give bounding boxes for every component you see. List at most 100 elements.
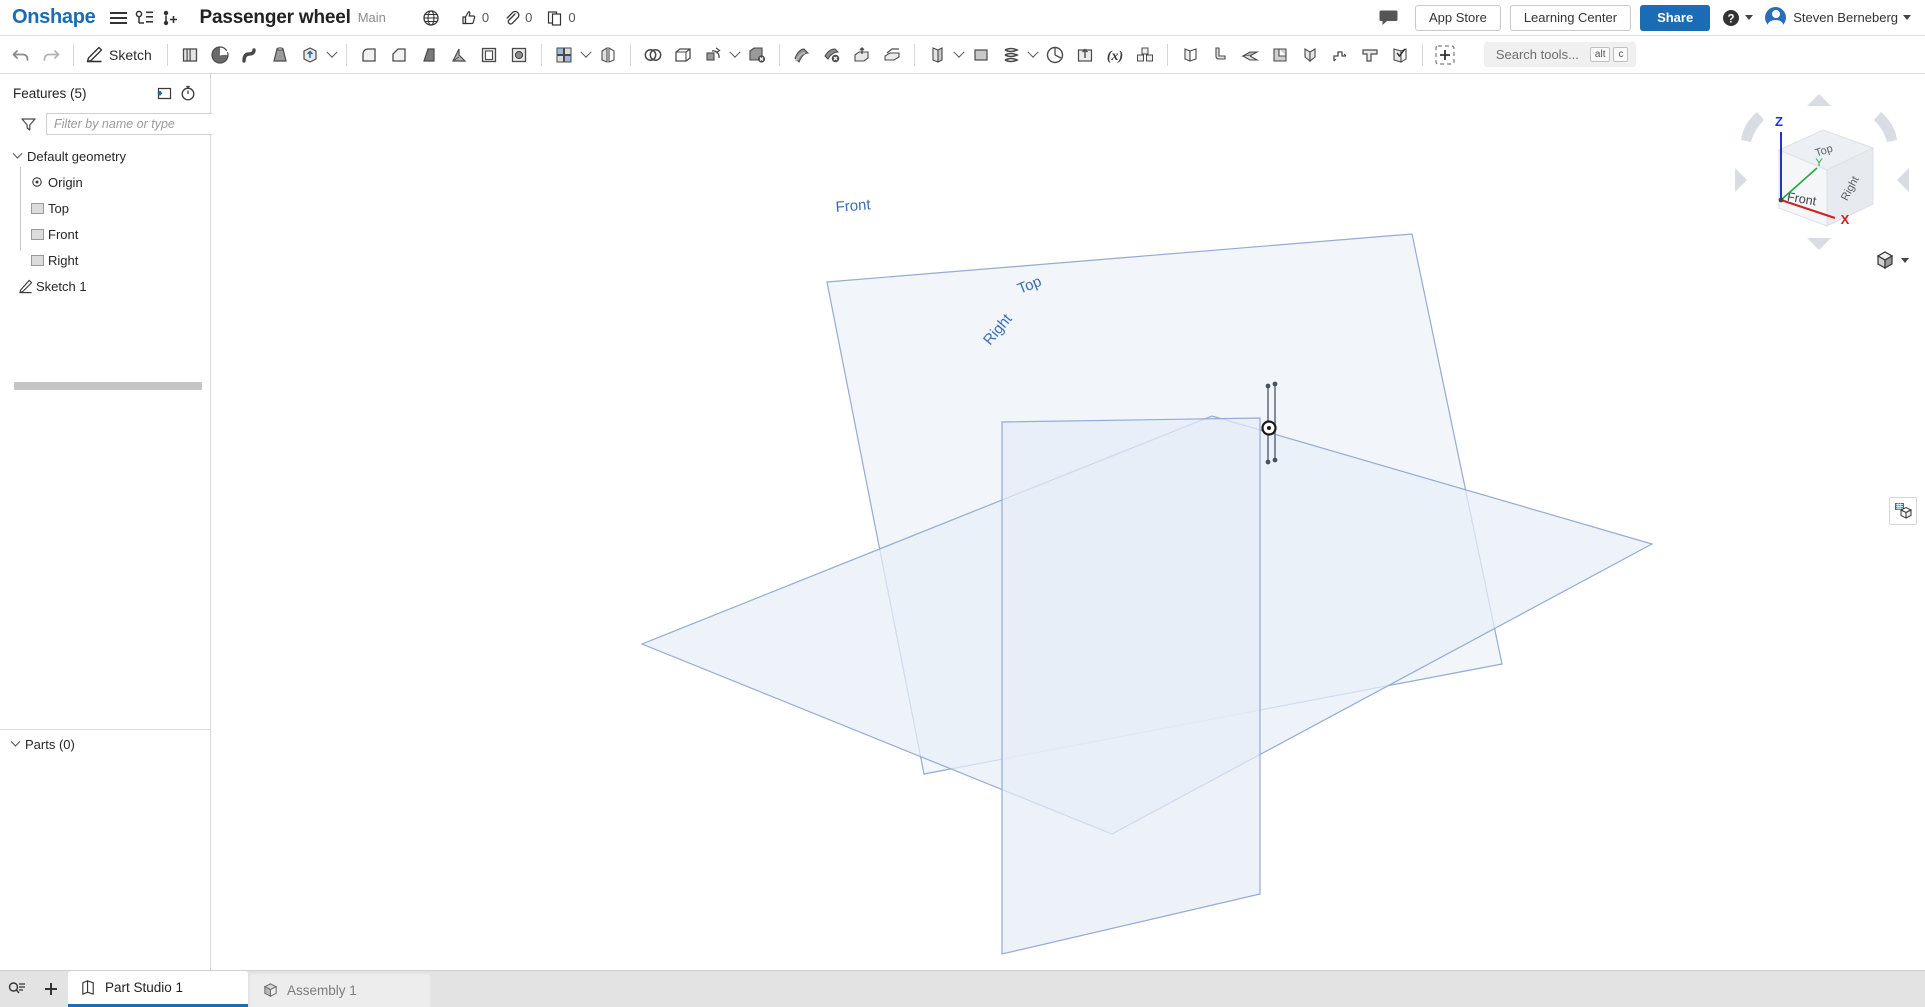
linear-pattern-icon[interactable] <box>549 39 579 71</box>
parts-header[interactable]: Parts (0) <box>0 730 210 758</box>
search-tools-placeholder: Search tools... <box>1495 47 1579 62</box>
document-title[interactable]: Passenger wheel <box>199 7 350 29</box>
feature-tree-horizontal-scrollbar[interactable] <box>14 382 202 390</box>
mirror-icon[interactable] <box>593 39 623 71</box>
attachments-count[interactable]: 0 <box>504 10 532 25</box>
onshape-logo[interactable]: Onshape <box>0 6 105 29</box>
rib-icon[interactable] <box>444 39 474 71</box>
search-tools-input[interactable]: Search tools... alt c <box>1483 42 1637 67</box>
sweep-icon[interactable] <box>235 39 265 71</box>
undo-button[interactable] <box>6 39 36 71</box>
delete-face-icon[interactable] <box>817 39 847 71</box>
import-icon[interactable] <box>1070 39 1100 71</box>
document-branch[interactable]: Main <box>358 10 386 25</box>
helix-icon[interactable] <box>996 39 1026 71</box>
replace-face-icon[interactable] <box>877 39 907 71</box>
enclose-icon[interactable] <box>668 39 698 71</box>
sketch-plane-icon[interactable] <box>966 39 996 71</box>
redo-button[interactable] <box>36 39 66 71</box>
parts-label: Parts (0) <box>25 736 75 752</box>
toolbar-divider <box>345 43 347 66</box>
sketch-button[interactable]: Sketch <box>81 40 160 70</box>
flange-icon[interactable] <box>1205 39 1235 71</box>
shortcut-c-key: c <box>1613 47 1629 62</box>
tree-item-default-geometry[interactable]: Default geometry <box>0 143 210 169</box>
3d-viewport[interactable]: Front Top Right Top Front Right Z X Y <box>212 74 1925 970</box>
delete-part-icon[interactable] <box>742 39 772 71</box>
filter-funnel-icon[interactable] <box>18 117 38 131</box>
tree-item-origin[interactable]: Origin <box>0 169 210 195</box>
document-tab-bar: Part Studio 1 Assembly 1 <box>0 970 1925 1007</box>
hamburger-menu-icon[interactable] <box>105 5 131 31</box>
measure-timer-icon[interactable] <box>176 82 200 104</box>
variable-icon[interactable]: (x) <box>1100 39 1130 71</box>
boolean-icon[interactable] <box>638 39 668 71</box>
add-custom-feature-icon[interactable] <box>1430 39 1460 71</box>
tree-item-front-plane[interactable]: Front <box>0 221 210 247</box>
move-face-icon[interactable] <box>847 39 877 71</box>
bend-icon[interactable] <box>1295 39 1325 71</box>
tab-search-icon[interactable] <box>0 971 34 1007</box>
create-dropdown-arrow[interactable] <box>325 39 339 71</box>
thicken-icon[interactable] <box>295 39 325 71</box>
app-store-button[interactable]: App Store <box>1415 4 1501 31</box>
pattern-dropdown-arrow[interactable] <box>579 39 593 71</box>
chamfer-icon[interactable] <box>384 39 414 71</box>
tree-item-right-plane[interactable]: Right <box>0 247 210 273</box>
hem-icon[interactable] <box>1235 39 1265 71</box>
user-menu[interactable]: Steven Berneberg <box>1765 7 1911 28</box>
toolbar-divider <box>73 43 74 66</box>
features-header: Features (5) <box>0 79 210 107</box>
document-stats: 0 0 0 <box>423 9 591 26</box>
help-menu[interactable]: ? <box>1722 9 1754 27</box>
tab-icon[interactable] <box>1265 39 1295 71</box>
plane-icon[interactable] <box>922 39 952 71</box>
new-folder-icon[interactable] <box>152 82 176 104</box>
sheet-metal-icon[interactable] <box>1175 39 1205 71</box>
composite-part-icon[interactable] <box>1130 39 1160 71</box>
visibility-globe-icon[interactable] <box>423 9 439 26</box>
tab-assembly-1[interactable]: Assembly 1 <box>250 974 430 1007</box>
extrude-icon[interactable] <box>175 39 205 71</box>
tree-item-sketch-1[interactable]: Sketch 1 <box>0 273 210 299</box>
default-planes-scene: Front Top Right <box>640 196 1654 955</box>
share-button[interactable]: Share <box>1640 4 1711 31</box>
sheet-model-icon[interactable] <box>1385 39 1415 71</box>
display-state-icon[interactable] <box>1889 497 1917 525</box>
draft-icon[interactable] <box>414 39 444 71</box>
corner-icon[interactable] <box>1355 39 1385 71</box>
toolbar-divider <box>778 43 780 66</box>
split-icon[interactable] <box>787 39 817 71</box>
learning-center-button[interactable]: Learning Center <box>1509 4 1632 31</box>
tab-label: Part Studio 1 <box>105 980 184 995</box>
fillet-icon[interactable] <box>354 39 384 71</box>
add-version-icon[interactable] <box>157 5 183 31</box>
add-tab-icon[interactable] <box>34 971 68 1007</box>
transform-dropdown-arrow[interactable] <box>728 39 742 71</box>
revolve-icon[interactable] <box>205 39 235 71</box>
curve-dropdown-arrow[interactable] <box>1026 39 1040 71</box>
likes-count[interactable]: 0 <box>461 10 489 25</box>
tab-part-studio-1[interactable]: Part Studio 1 <box>68 971 248 1007</box>
tree-item-top-plane[interactable]: Top <box>0 195 210 221</box>
chevron-down-icon[interactable] <box>8 737 22 751</box>
view-style-dropdown[interactable] <box>1874 250 1909 270</box>
toolbar-divider <box>629 43 631 66</box>
feature-toolbar: Sketch (x) Search tools... alt c <box>0 36 1925 74</box>
shell-icon[interactable] <box>474 39 504 71</box>
joint-icon[interactable] <box>1325 39 1355 71</box>
transform-icon[interactable] <box>698 39 728 71</box>
version-graph-icon[interactable] <box>131 5 157 31</box>
axis-x-label: X <box>1841 212 1850 227</box>
reference-dropdown-arrow[interactable] <box>952 39 966 71</box>
comment-icon[interactable] <box>1375 5 1401 31</box>
attachments-value: 0 <box>525 10 533 25</box>
tree-label: Right <box>48 252 79 268</box>
copies-count[interactable]: 0 <box>547 10 576 26</box>
loft-icon[interactable] <box>265 39 295 71</box>
hole-icon[interactable] <box>504 39 534 71</box>
feature-filter-input[interactable] <box>46 112 225 135</box>
view-cube[interactable]: Top Front Right Z X Y <box>1727 90 1917 275</box>
curve-icon[interactable] <box>1040 39 1070 71</box>
chevron-down-icon[interactable] <box>10 149 24 163</box>
